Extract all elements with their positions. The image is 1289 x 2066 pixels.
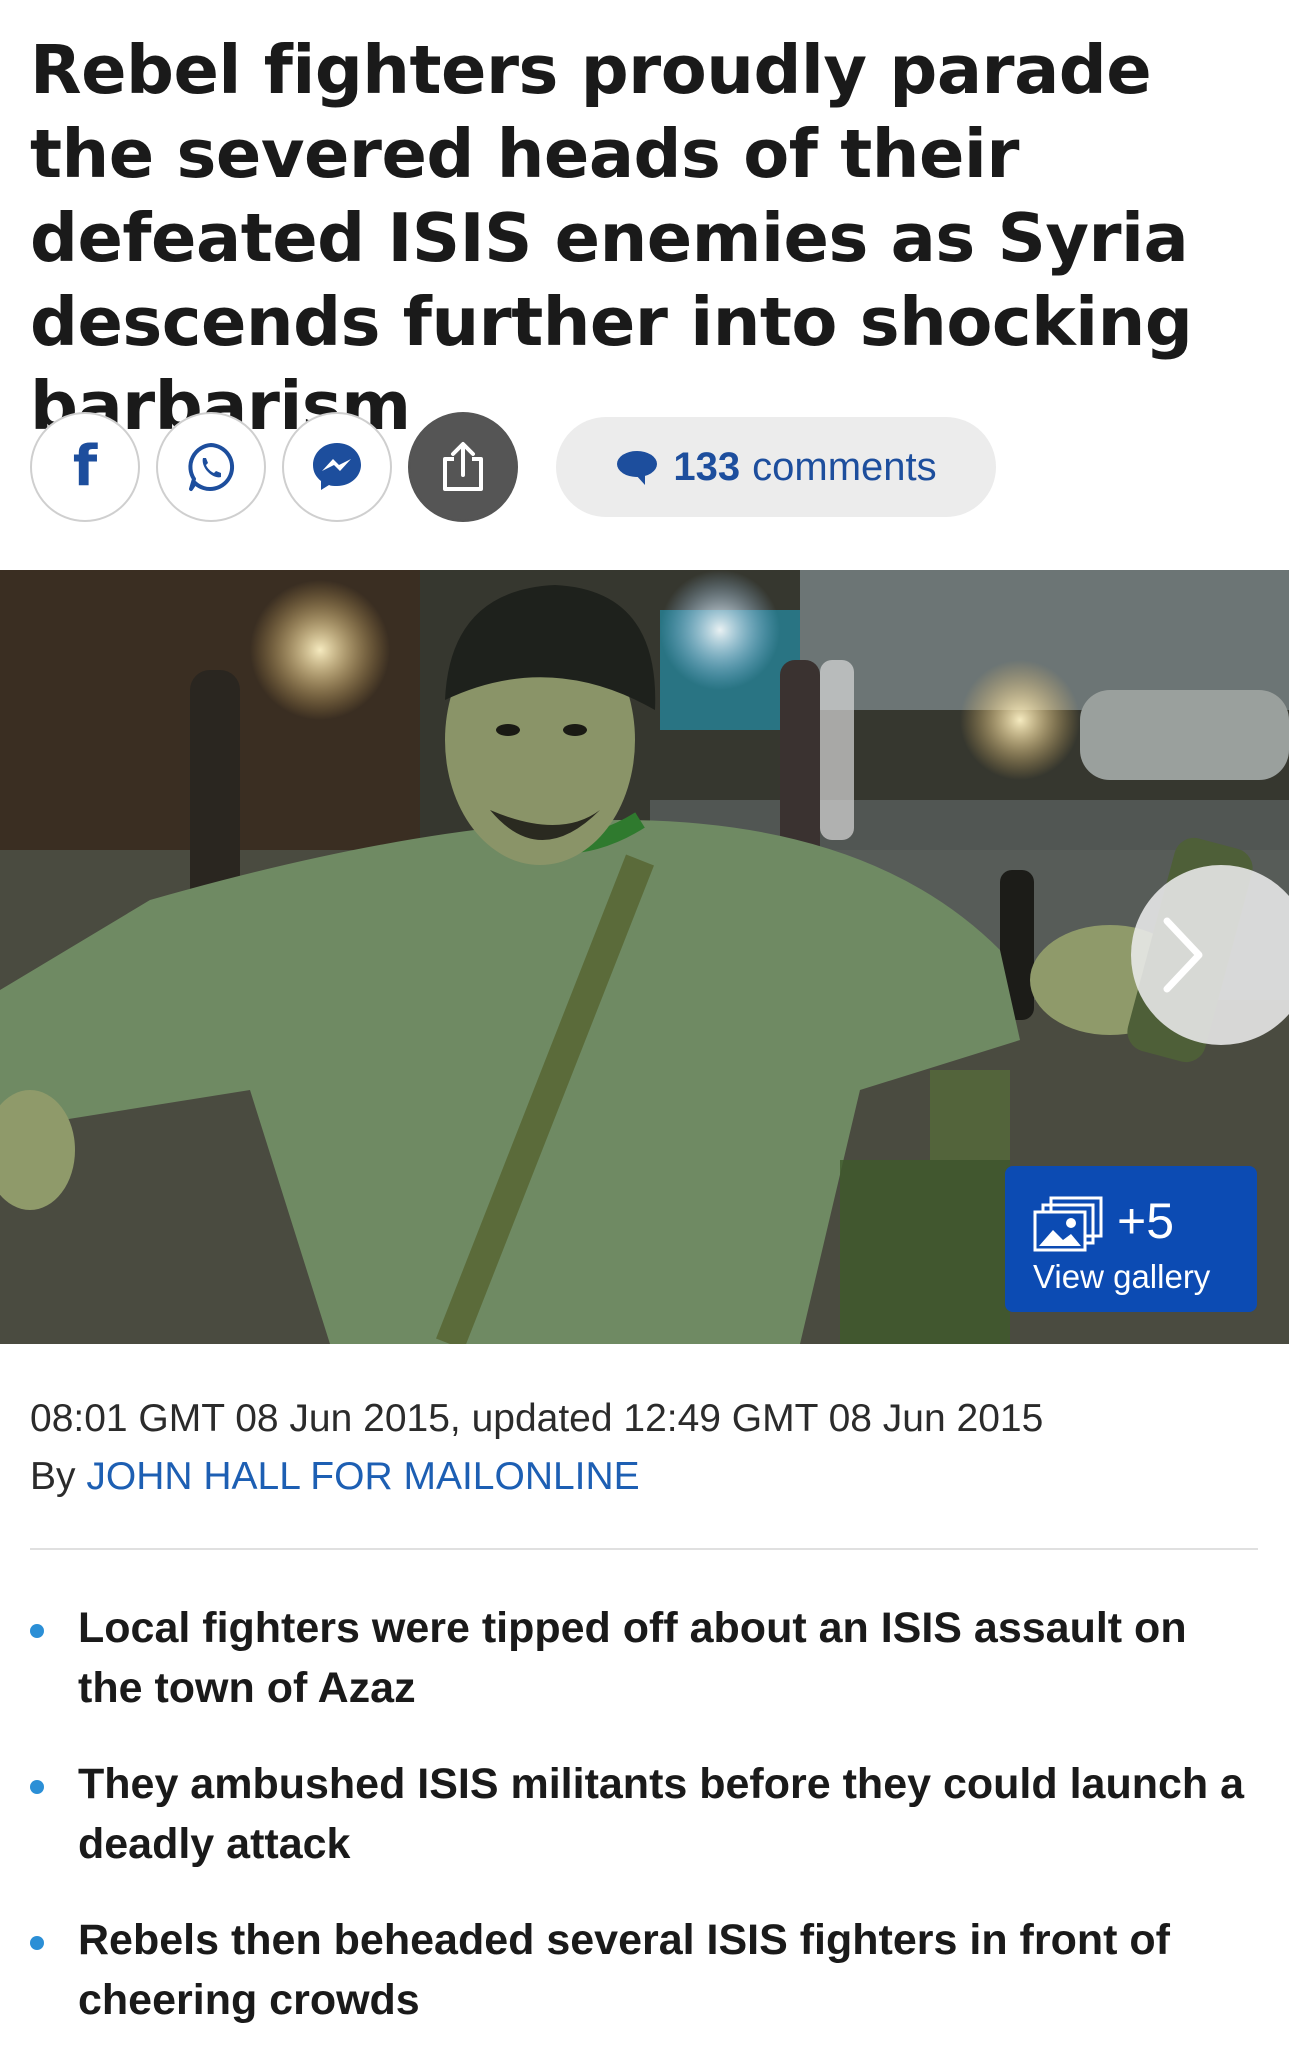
byline-author-link[interactable]: JOHN HALL FOR MAILONLINE <box>86 1455 639 1498</box>
whatsapp-share-button[interactable] <box>156 412 266 522</box>
comments-label: comments <box>752 444 937 489</box>
summary-bullet-text: Rebels then beheaded several ISIS fighte… <box>78 1916 1170 2024</box>
bullet-dot <box>30 1624 44 1638</box>
article-main-photo[interactable]: +5 View gallery <box>0 570 1289 1344</box>
facebook-icon: f <box>72 434 98 499</box>
comments-button[interactable]: 133 comments <box>556 417 996 517</box>
divider <box>30 1548 1258 1550</box>
bullet-dot <box>30 1936 44 1950</box>
summary-bullet: Rebels then beheaded several ISIS fighte… <box>30 1910 1260 2030</box>
messenger-icon <box>313 443 361 490</box>
summary-bullet-text: Local fighters were tipped off about an … <box>78 1604 1187 1712</box>
view-gallery-button[interactable]: +5 View gallery <box>1005 1166 1257 1312</box>
gallery-extra-count: +5 <box>1117 1193 1175 1249</box>
messenger-share-button[interactable] <box>282 412 392 522</box>
whatsapp-icon <box>188 443 235 491</box>
share-bar: f 133 comments <box>30 410 996 524</box>
facebook-share-button[interactable]: f <box>30 412 140 522</box>
gallery-label: View gallery <box>1033 1258 1211 1295</box>
share-icon <box>443 442 483 491</box>
article-timestamp: 08:01 GMT 08 Jun 2015, updated 12:49 GMT… <box>30 1397 1044 1440</box>
bullet-dot <box>30 1780 44 1794</box>
byline: By JOHN HALL FOR MAILONLINE <box>30 1448 1260 1506</box>
summary-bullet: Local fighters were tipped off about an … <box>30 1598 1260 1718</box>
summary-bullet: They ambushed ISIS militants before they… <box>30 1754 1260 1874</box>
article-headline: Rebel fighters proudly parade the severe… <box>30 31 1193 445</box>
more-share-button[interactable] <box>408 412 518 522</box>
comment-bubble-icon <box>615 448 659 486</box>
byline-prefix: By <box>30 1455 76 1498</box>
summary-bullet-text: They ambushed ISIS militants before they… <box>78 1760 1245 1868</box>
comments-count: 133 <box>673 444 741 489</box>
gallery-icon <box>1033 1194 1105 1259</box>
article-meta: 08:01 GMT 08 Jun 2015, updated 12:49 GMT… <box>30 1390 1260 1506</box>
article-summary-bullets: Local fighters were tipped off about an … <box>30 1598 1260 2066</box>
chevron-right-icon <box>1163 917 1203 993</box>
